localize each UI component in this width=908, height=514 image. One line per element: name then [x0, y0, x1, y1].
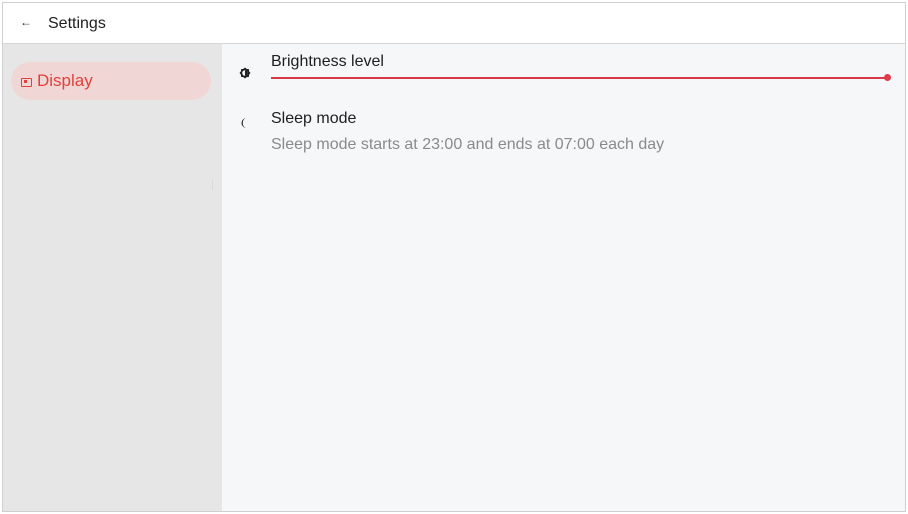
slider-thumb[interactable]: [884, 74, 891, 81]
page-title: Settings: [48, 15, 106, 32]
settings-window: ← Settings Display Brightness level Slee…: [2, 2, 906, 512]
sidebar: Display: [3, 44, 222, 511]
sleep-mode-description: Sleep mode starts at 23:00 and ends at 0…: [271, 136, 665, 153]
display-icon: [21, 77, 32, 87]
sidebar-item-display[interactable]: Display: [11, 62, 211, 100]
sidebar-resize-handle[interactable]: [212, 180, 213, 190]
brightness-label: Brightness level: [271, 53, 384, 70]
arrow-left-icon: ←: [20, 15, 32, 29]
header-bar: ← Settings: [3, 3, 905, 44]
content-panel: Brightness level Sleep mode Sleep mode s…: [222, 44, 905, 511]
brightness-icon: [238, 66, 252, 80]
sleep-mode-label: Sleep mode: [271, 110, 357, 127]
sidebar-item-label: Display: [37, 71, 93, 90]
slider-fill: [271, 77, 887, 79]
moon-icon: [238, 116, 252, 130]
back-button[interactable]: ←: [15, 11, 37, 33]
brightness-slider[interactable]: [271, 72, 891, 84]
